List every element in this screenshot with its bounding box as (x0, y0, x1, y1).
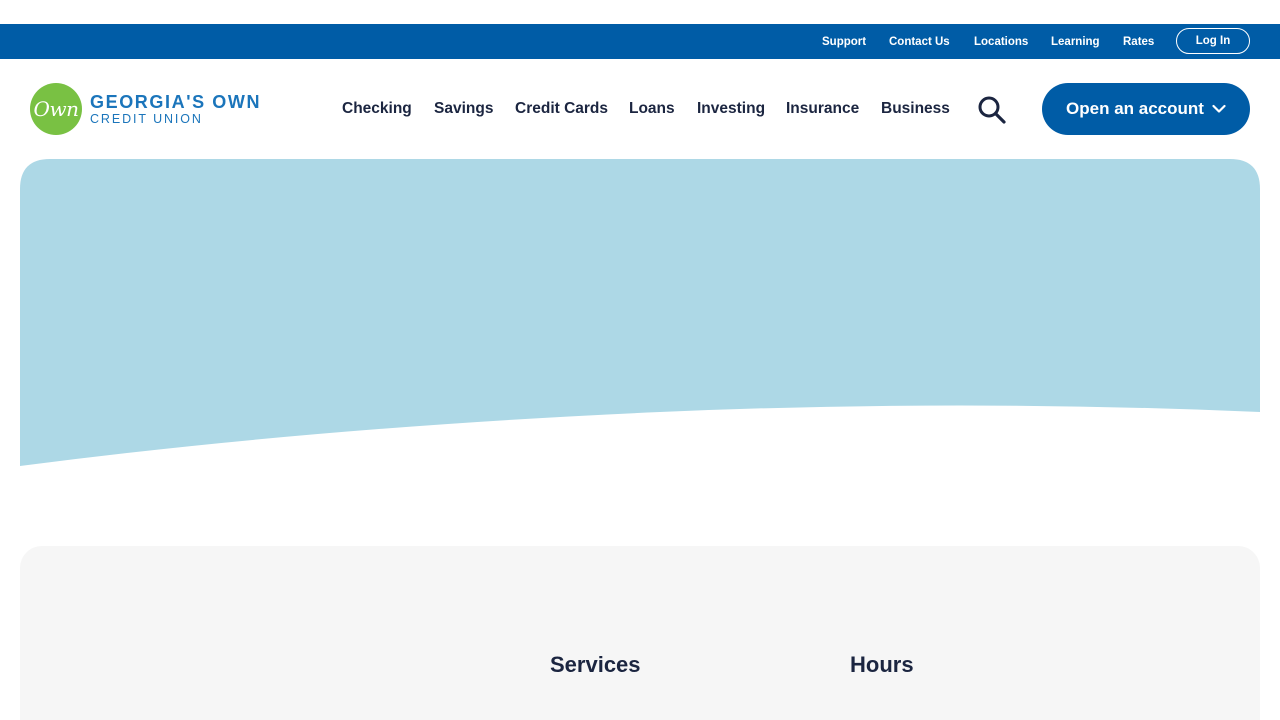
nav-item-checking[interactable]: Checking (342, 100, 412, 118)
nav-item-savings[interactable]: Savings (434, 100, 493, 118)
info-card (20, 546, 1260, 720)
locations-link[interactable]: Locations (974, 36, 1028, 48)
logo-name-line1: GEORGIA'S OWN (90, 92, 262, 112)
logo-wordmark: GEORGIA'S OWN CREDIT UNION (90, 92, 261, 126)
page: Support Contact Us Locations Learning Ra… (0, 0, 1280, 720)
log-in-button[interactable]: Log In (1176, 28, 1250, 54)
support-link[interactable]: Support (822, 36, 866, 48)
logo-name-line2: CREDIT UNION (90, 112, 203, 126)
nav-item-business[interactable]: Business (881, 100, 950, 118)
open-account-button[interactable]: Open an account (1042, 83, 1250, 135)
hero-banner (20, 159, 1260, 469)
nav-item-loans[interactable]: Loans (629, 100, 675, 118)
search-icon[interactable] (976, 95, 1008, 125)
open-account-label: Open an account (1066, 99, 1204, 118)
brand-logo[interactable]: Own GEORGIA'S OWN CREDIT UNION (30, 83, 261, 135)
nav-item-investing[interactable]: Investing (697, 100, 765, 118)
logo-badge: Own (30, 83, 82, 135)
nav-item-credit-cards[interactable]: Credit Cards (515, 100, 608, 118)
contact-us-link[interactable]: Contact Us (889, 36, 950, 48)
hours-heading: Hours (850, 652, 914, 677)
rates-link[interactable]: Rates (1123, 36, 1154, 48)
utility-bar: Support Contact Us Locations Learning Ra… (0, 24, 1280, 59)
chevron-down-icon (1212, 104, 1226, 114)
nav-item-insurance[interactable]: Insurance (786, 100, 859, 118)
learning-link[interactable]: Learning (1051, 36, 1100, 48)
services-heading: Services (550, 652, 641, 677)
